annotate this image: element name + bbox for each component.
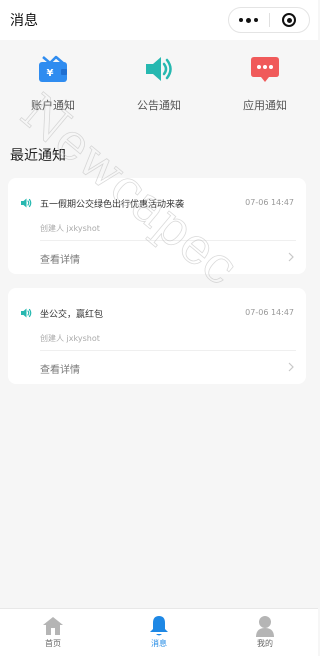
category-app-notice[interactable]: 应用通知 — [212, 46, 318, 122]
notification-card[interactable]: 五一假期公交绿色出行优惠活动来袭 07-06 14:47 创建人 jxkysho… — [8, 178, 306, 274]
notification-title: 五一假期公交绿色出行优惠活动来袭 — [40, 199, 185, 210]
close-target-icon — [282, 13, 297, 27]
category-account-notice[interactable]: ¥ 账户通知 — [0, 46, 106, 122]
notification-time: 07-06 14:47 — [245, 198, 294, 207]
message-page: 消息 ¥ 账户通知 公告通知 应用通知 最近通知 五一假期公交绿色出行优惠活动来… — [0, 0, 318, 656]
category-label: 公告通知 — [137, 99, 181, 112]
speaker-icon — [142, 52, 176, 86]
bottom-tab-bar: 首页 消息 我的 — [0, 608, 318, 656]
speaker-icon — [21, 198, 32, 208]
tab-messages[interactable]: 消息 — [106, 609, 212, 656]
tab-label: 我的 — [257, 639, 273, 648]
tab-label: 首页 — [45, 639, 61, 648]
notification-time: 07-06 14:47 — [245, 308, 294, 317]
chevron-right-icon — [288, 252, 294, 262]
category-label: 账户通知 — [31, 99, 75, 112]
recent-notifications-title: 最近通知 — [10, 148, 66, 164]
more-dots-icon — [239, 18, 244, 22]
card-divider — [40, 240, 296, 241]
chevron-right-icon — [288, 362, 294, 372]
category-label: 应用通知 — [243, 99, 287, 112]
more-menu-button[interactable] — [229, 8, 269, 32]
notification-creator: 创建人 jxkyshot — [40, 224, 100, 233]
card-divider — [40, 350, 296, 351]
notification-card[interactable]: 坐公交，赢红包 07-06 14:47 创建人 jxkyshot 查看详情 — [8, 288, 306, 384]
view-details-link[interactable]: 查看详情 — [40, 251, 80, 266]
bell-icon — [148, 615, 170, 637]
nav-header: 消息 — [0, 0, 318, 40]
view-details-link[interactable]: 查看详情 — [40, 361, 80, 376]
notification-creator: 创建人 jxkyshot — [40, 334, 100, 343]
category-announcement-notice[interactable]: 公告通知 — [106, 46, 212, 122]
user-icon — [254, 615, 276, 637]
tab-label: 消息 — [151, 639, 167, 648]
wallet-icon: ¥ — [36, 52, 70, 86]
chat-bubble-icon — [248, 52, 282, 86]
speaker-icon — [21, 308, 32, 318]
notification-categories: ¥ 账户通知 公告通知 应用通知 — [0, 46, 318, 122]
tab-profile[interactable]: 我的 — [212, 609, 318, 656]
mini-program-capsule — [228, 7, 310, 33]
notification-title: 坐公交，赢红包 — [40, 309, 104, 320]
svg-text:¥: ¥ — [47, 68, 54, 79]
tab-home[interactable]: 首页 — [0, 609, 106, 656]
home-icon — [42, 615, 64, 637]
page-title: 消息 — [10, 13, 38, 29]
close-mini-program-button[interactable] — [269, 8, 309, 32]
